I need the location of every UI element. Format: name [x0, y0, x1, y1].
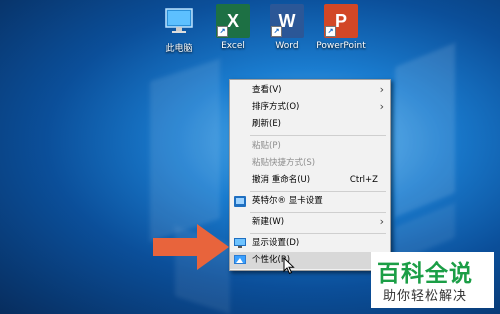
menu-item-personalize[interactable]: 个性化(R): [230, 252, 390, 269]
excel-icon: X ↗: [216, 4, 250, 38]
computer-icon: [162, 4, 196, 38]
menu-item-intel-graphics[interactable]: 英特尔® 显卡设置: [230, 193, 390, 210]
shortcut-label: Ctrl+Z: [349, 175, 378, 185]
submenu-arrow-icon: ›: [379, 100, 384, 113]
menu-item-undo-rename[interactable]: 撤消 重命名(U) Ctrl+Z: [230, 172, 390, 189]
menu-item-view[interactable]: 查看(V) ›: [230, 82, 390, 99]
desktop-icon-powerpoint[interactable]: P ↗ PowerPoint: [309, 4, 373, 51]
menu-separator: [250, 212, 386, 213]
pointer-arrow-icon: [153, 224, 229, 270]
watermark-subtitle: 助你轻松解决: [383, 289, 468, 304]
menu-separator: [250, 135, 386, 136]
submenu-arrow-icon: ›: [379, 83, 384, 96]
mouse-cursor-icon: [283, 257, 295, 275]
menu-separator: [250, 233, 386, 234]
powerpoint-icon: P ↗: [324, 4, 358, 38]
personalize-icon: [234, 255, 246, 265]
intel-graphics-icon: [234, 196, 246, 207]
watermark-logo: 百科全说 助你轻松解决: [371, 252, 494, 308]
menu-item-new[interactable]: 新建(W) ›: [230, 214, 390, 231]
menu-separator: [250, 191, 386, 192]
watermark-title: 百科全说: [377, 261, 473, 287]
menu-item-display-settings[interactable]: 显示设置(D): [230, 235, 390, 252]
word-icon: W ↗: [270, 4, 304, 38]
menu-item-paste: 粘贴(P): [252, 141, 281, 151]
menu-item-sort-by[interactable]: 排序方式(O) ›: [230, 99, 390, 116]
desktop-icon-label: PowerPoint: [316, 41, 366, 51]
menu-item-refresh[interactable]: 刷新(E): [230, 116, 390, 133]
menu-item-paste-shortcut: 粘贴快捷方式(S): [252, 158, 316, 168]
submenu-arrow-icon: ›: [379, 215, 384, 228]
desktop-context-menu: 查看(V) › 排序方式(O) › 刷新(E) 粘贴(P) 粘贴快捷方式(S) …: [229, 79, 391, 271]
display-icon: [234, 238, 246, 248]
